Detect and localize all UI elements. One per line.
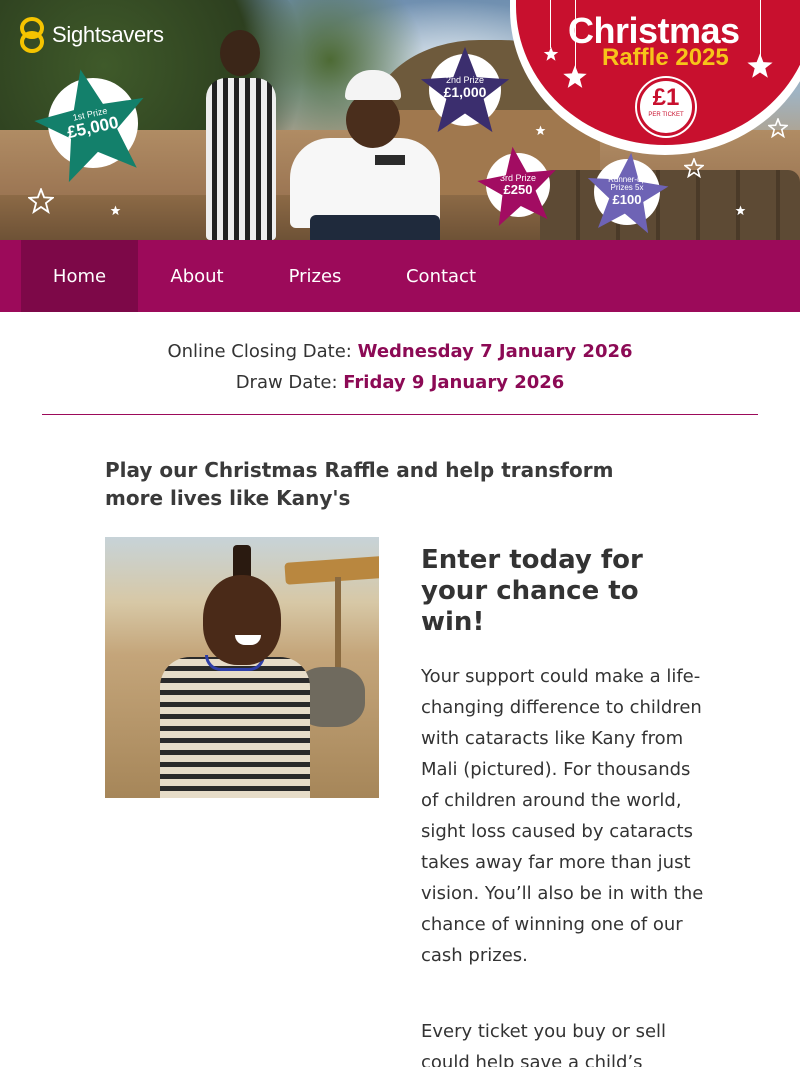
nav-item-about[interactable]: About <box>138 240 256 312</box>
nav-item-prizes[interactable]: Prizes <box>256 240 374 312</box>
man-shirt-logo <box>375 155 405 165</box>
draw-date-label: Draw Date: <box>235 372 338 393</box>
christmas-raffle-badge: Christmas Raffle 2025 £1 PER TICKET <box>510 0 800 155</box>
photo-child-shirt <box>160 657 310 798</box>
small-star-icon <box>110 205 121 216</box>
ticket-price-coin: £1 PER TICKET <box>637 78 695 136</box>
ornament-star-icon <box>543 46 559 61</box>
prize-amount: £250 <box>503 182 533 198</box>
ornament-star-icon <box>563 65 587 88</box>
prize-star-third: 3rd Prize £250 <box>474 142 562 230</box>
photo-shelter-roof <box>284 555 379 585</box>
closing-date-label: Online Closing Date: <box>167 341 352 362</box>
small-star-icon <box>735 205 746 216</box>
nav-item-contact[interactable]: Contact <box>374 240 508 312</box>
prize-label-third: 3rd Prize £250 <box>474 173 562 198</box>
prize-amount: £1,000 <box>443 84 487 101</box>
hanging-thread <box>760 0 761 56</box>
photo-child-head <box>203 575 281 665</box>
man-jeans <box>310 215 440 240</box>
ticket-price: £1 <box>652 84 680 111</box>
kany-photo <box>105 537 379 798</box>
prize-label-second: 2nd Prize £1,000 <box>416 75 514 101</box>
child-striped-dress <box>206 78 276 240</box>
prize-amount: £100 <box>612 191 642 207</box>
badge-subtitle: Raffle 2025 <box>602 44 729 71</box>
sightsavers-logo[interactable]: Sightsavers <box>18 16 164 54</box>
ticket-paragraph: Every ticket you buy or sell could help … <box>421 1021 667 1067</box>
draw-date-line: Draw Date: Friday 9 January 2026 <box>0 367 800 398</box>
section-divider <box>42 414 758 415</box>
ornament-star-icon <box>747 53 773 78</box>
closing-date-value: Wednesday 7 January 2026 <box>357 341 633 362</box>
closing-date-line: Online Closing Date: Wednesday 7 January… <box>0 336 800 367</box>
hanging-thread <box>550 0 551 48</box>
prize-star-first: 1st Prize £5,000 <box>30 62 154 186</box>
draw-date-value: Friday 9 January 2026 <box>343 372 565 393</box>
man-cap <box>345 70 401 100</box>
prize-label-runner-up: Runner-up Prizes 5x £100 <box>582 175 672 207</box>
sightsavers-logo-icon <box>18 16 46 54</box>
nav-item-home[interactable]: Home <box>21 240 138 312</box>
hero-child-figure <box>200 30 280 240</box>
outline-star-icon <box>768 118 788 138</box>
ticket-price-note: PER TICKET <box>648 112 684 118</box>
intro-paragraph: Your support could make a life-changing … <box>421 666 704 966</box>
prize-rank: Runner-up Prizes 5x <box>608 175 646 193</box>
main-navigation: Home About Prizes Contact <box>0 240 800 312</box>
outline-star-icon <box>684 158 704 178</box>
prize-star-second: 2nd Prize £1,000 <box>416 42 514 140</box>
man-face <box>346 92 400 148</box>
lead-heading: Play our Christmas Raffle and help trans… <box>105 458 614 510</box>
raffle-dates: Online Closing Date: Wednesday 7 January… <box>0 336 800 398</box>
logo-wordmark: Sightsavers <box>52 22 164 47</box>
hero-banner: Sightsavers 1st Prize £5,000 2nd Prize £… <box>0 0 800 240</box>
outline-star-icon <box>28 188 54 214</box>
enter-heading: Enter today for your chance to win! <box>421 545 643 637</box>
child-head <box>220 30 260 76</box>
prize-star-runner-up: Runner-up Prizes 5x £100 <box>582 148 672 238</box>
small-star-icon <box>535 125 546 136</box>
